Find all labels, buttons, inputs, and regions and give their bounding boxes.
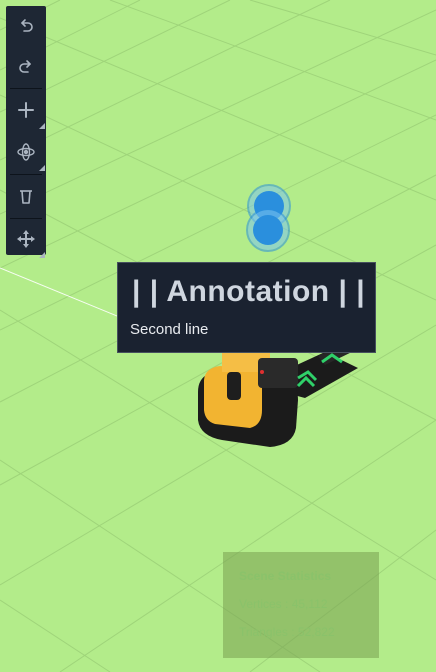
trash-icon	[20, 190, 32, 204]
marker-lower-core	[253, 215, 283, 245]
undo-icon	[21, 19, 33, 32]
toolbar-divider	[10, 88, 42, 89]
submenu-indicator-icon	[39, 252, 45, 258]
scene-statistics-panel: Scene Statistics Vertices : 45,112 Trian…	[223, 552, 379, 658]
plus-icon	[18, 102, 34, 118]
undo-button[interactable]	[6, 6, 46, 46]
move-arrows-icon	[17, 230, 35, 248]
annotation-label[interactable]: | | Annotation | | Second line	[117, 262, 376, 353]
stats-vertices: Vertices : 45,112	[239, 597, 328, 611]
stats-triangles: Triangles : 52,822	[239, 625, 335, 639]
forklift-light	[260, 370, 264, 374]
forklift-panel	[258, 358, 298, 388]
orbit-icon	[17, 143, 35, 161]
move-button[interactable]	[6, 219, 46, 259]
delete-button[interactable]	[6, 176, 46, 216]
position-marker[interactable]	[246, 184, 291, 252]
editor-toolbar	[6, 6, 46, 258]
forklift-handle	[227, 372, 241, 400]
add-button[interactable]	[6, 90, 46, 130]
redo-button[interactable]	[6, 47, 46, 87]
annotation-subtitle: Second line	[130, 321, 209, 338]
toolbar-divider	[10, 174, 42, 175]
submenu-indicator-icon	[39, 123, 45, 129]
submenu-indicator-icon	[39, 165, 45, 171]
annotation-title: | | Annotation | |	[132, 275, 366, 308]
stats-title: Scene Statistics	[239, 569, 332, 583]
redo-icon	[19, 60, 31, 73]
transform-button[interactable]	[6, 132, 46, 172]
